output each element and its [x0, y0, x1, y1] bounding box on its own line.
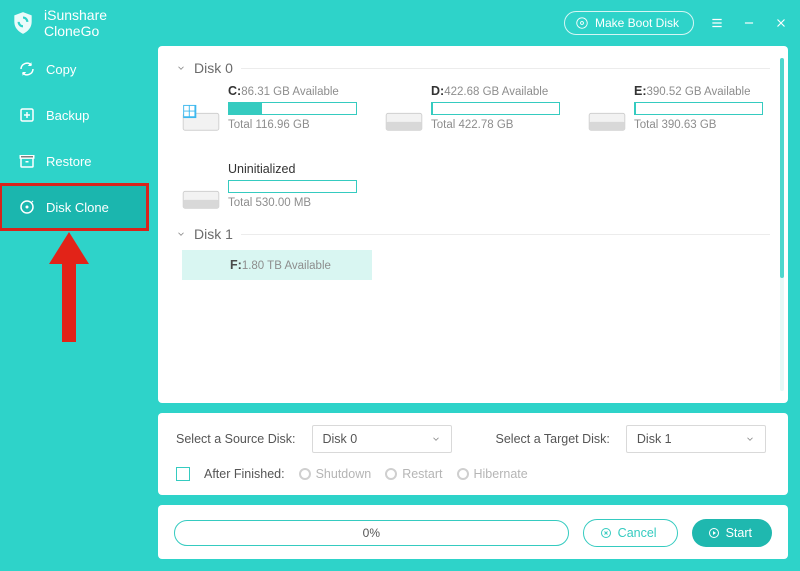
radio-label: Restart: [402, 467, 442, 481]
partitions-row-1: F:1.80 TB Available: [182, 250, 770, 280]
divider: [241, 234, 770, 235]
drive-icon: [385, 104, 423, 134]
target-disk-label: Select a Target Disk:: [496, 432, 610, 446]
sidebar-item-label: Disk Clone: [46, 200, 109, 215]
main-area: Disk 0 C:86.31 GB Available Total 116.96…: [158, 46, 788, 559]
scrollbar-thumb[interactable]: [780, 58, 784, 278]
usage-bar: [228, 180, 357, 193]
minimize-button[interactable]: [740, 14, 758, 32]
make-boot-label: Make Boot Disk: [595, 16, 679, 30]
os-drive-icon: [182, 104, 220, 134]
usage-bar: [634, 102, 763, 115]
radio-label: Shutdown: [316, 467, 372, 481]
archive-icon: [18, 152, 36, 170]
refresh-icon: [18, 60, 36, 78]
source-disk-label: Select a Source Disk:: [176, 432, 296, 446]
usage-bar: [228, 102, 357, 115]
disk-header-1[interactable]: Disk 1: [176, 226, 770, 242]
radio-icon: [299, 468, 311, 480]
sidebar: Copy Backup Restore Disk Clone: [0, 46, 148, 571]
radio-icon: [385, 468, 397, 480]
chevron-down-icon: [176, 63, 186, 73]
chevron-down-icon: [176, 229, 186, 239]
partition-item[interactable]: Uninitialized Total 530.00 MB: [182, 162, 357, 212]
make-boot-disk-button[interactable]: Make Boot Disk: [564, 11, 694, 35]
drive-total: Total 530.00 MB: [228, 197, 357, 209]
cd-icon: [575, 16, 589, 30]
sidebar-item-copy[interactable]: Copy: [0, 46, 148, 92]
disk-name: Disk 1: [194, 226, 233, 242]
sidebar-item-label: Backup: [46, 108, 89, 123]
sidebar-item-backup[interactable]: Backup: [0, 92, 148, 138]
footer-panel: 0% Cancel Start: [158, 505, 788, 559]
drive-total: Total 390.63 GB: [634, 119, 763, 131]
source-disk-dropdown[interactable]: Disk 0: [312, 425, 452, 453]
chevron-down-icon: [431, 434, 441, 444]
selection-panel: Select a Source Disk: Disk 0 Select a Ta…: [158, 413, 788, 495]
after-finished-label: After Finished:: [204, 467, 285, 481]
disk-header-0[interactable]: Disk 0: [176, 60, 770, 76]
drive-total: Total 116.96 GB: [228, 119, 357, 131]
drive-icon: [588, 104, 626, 134]
minimize-icon: [742, 16, 756, 30]
dropdown-value: Disk 0: [323, 432, 358, 446]
sidebar-item-disk-clone[interactable]: Disk Clone: [0, 184, 148, 230]
plus-box-icon: [18, 106, 36, 124]
menu-icon: [710, 16, 724, 30]
disk-name: Disk 0: [194, 60, 233, 76]
cancel-button[interactable]: Cancel: [583, 519, 678, 547]
after-finished-checkbox[interactable]: [176, 467, 190, 481]
target-disk-dropdown[interactable]: Disk 1: [626, 425, 766, 453]
progress-bar: 0%: [174, 520, 569, 546]
partition-item[interactable]: E:390.52 GB Available Total 390.63 GB: [588, 84, 763, 134]
app-logo: iSunshare CloneGo: [10, 7, 107, 39]
partitions-row-0: C:86.31 GB Available Total 116.96 GB D:4…: [182, 84, 770, 212]
drive-letter: C:: [228, 84, 241, 98]
brand-line1: iSunshare: [44, 7, 107, 23]
disk-clone-icon: [18, 198, 36, 216]
brand-line2: CloneGo: [44, 23, 107, 39]
divider: [241, 68, 770, 69]
partition-item-selected[interactable]: F:1.80 TB Available: [182, 250, 372, 280]
partition-item[interactable]: C:86.31 GB Available Total 116.96 GB: [182, 84, 357, 134]
cancel-icon: [600, 527, 612, 539]
radio-icon: [457, 468, 469, 480]
radio-hibernate[interactable]: Hibernate: [457, 467, 528, 481]
drive-icon: [182, 182, 220, 212]
radio-restart[interactable]: Restart: [385, 467, 442, 481]
drive-letter: D:: [431, 84, 444, 98]
menu-button[interactable]: [708, 14, 726, 32]
close-button[interactable]: [772, 14, 790, 32]
progress-text: 0%: [363, 526, 380, 540]
radio-label: Hibernate: [474, 467, 528, 481]
partition-item[interactable]: D:422.68 GB Available Total 422.78 GB: [385, 84, 560, 134]
chevron-down-icon: [745, 434, 755, 444]
usage-bar: [431, 102, 560, 115]
drive-avail: Uninitialized: [228, 162, 295, 176]
shield-sync-icon: [10, 10, 36, 36]
start-button[interactable]: Start: [692, 519, 772, 547]
sidebar-item-restore[interactable]: Restore: [0, 138, 148, 184]
drive-avail: 422.68 GB Available: [444, 86, 548, 98]
sidebar-item-label: Copy: [46, 62, 76, 77]
radio-shutdown[interactable]: Shutdown: [299, 467, 372, 481]
titlebar: iSunshare CloneGo Make Boot Disk: [0, 0, 800, 46]
dropdown-value: Disk 1: [637, 432, 672, 446]
drive-total: Total 422.78 GB: [431, 119, 560, 131]
play-icon: [708, 527, 720, 539]
disk-list-panel: Disk 0 C:86.31 GB Available Total 116.96…: [158, 46, 788, 403]
button-label: Cancel: [618, 526, 657, 540]
drive-avail: 86.31 GB Available: [241, 86, 339, 98]
drive-letter: E:: [634, 84, 647, 98]
sidebar-item-label: Restore: [46, 154, 92, 169]
drive-letter: F:: [230, 258, 242, 272]
drive-avail: 390.52 GB Available: [647, 86, 751, 98]
button-label: Start: [726, 526, 752, 540]
drive-avail: 1.80 TB Available: [242, 260, 331, 272]
close-icon: [774, 16, 788, 30]
